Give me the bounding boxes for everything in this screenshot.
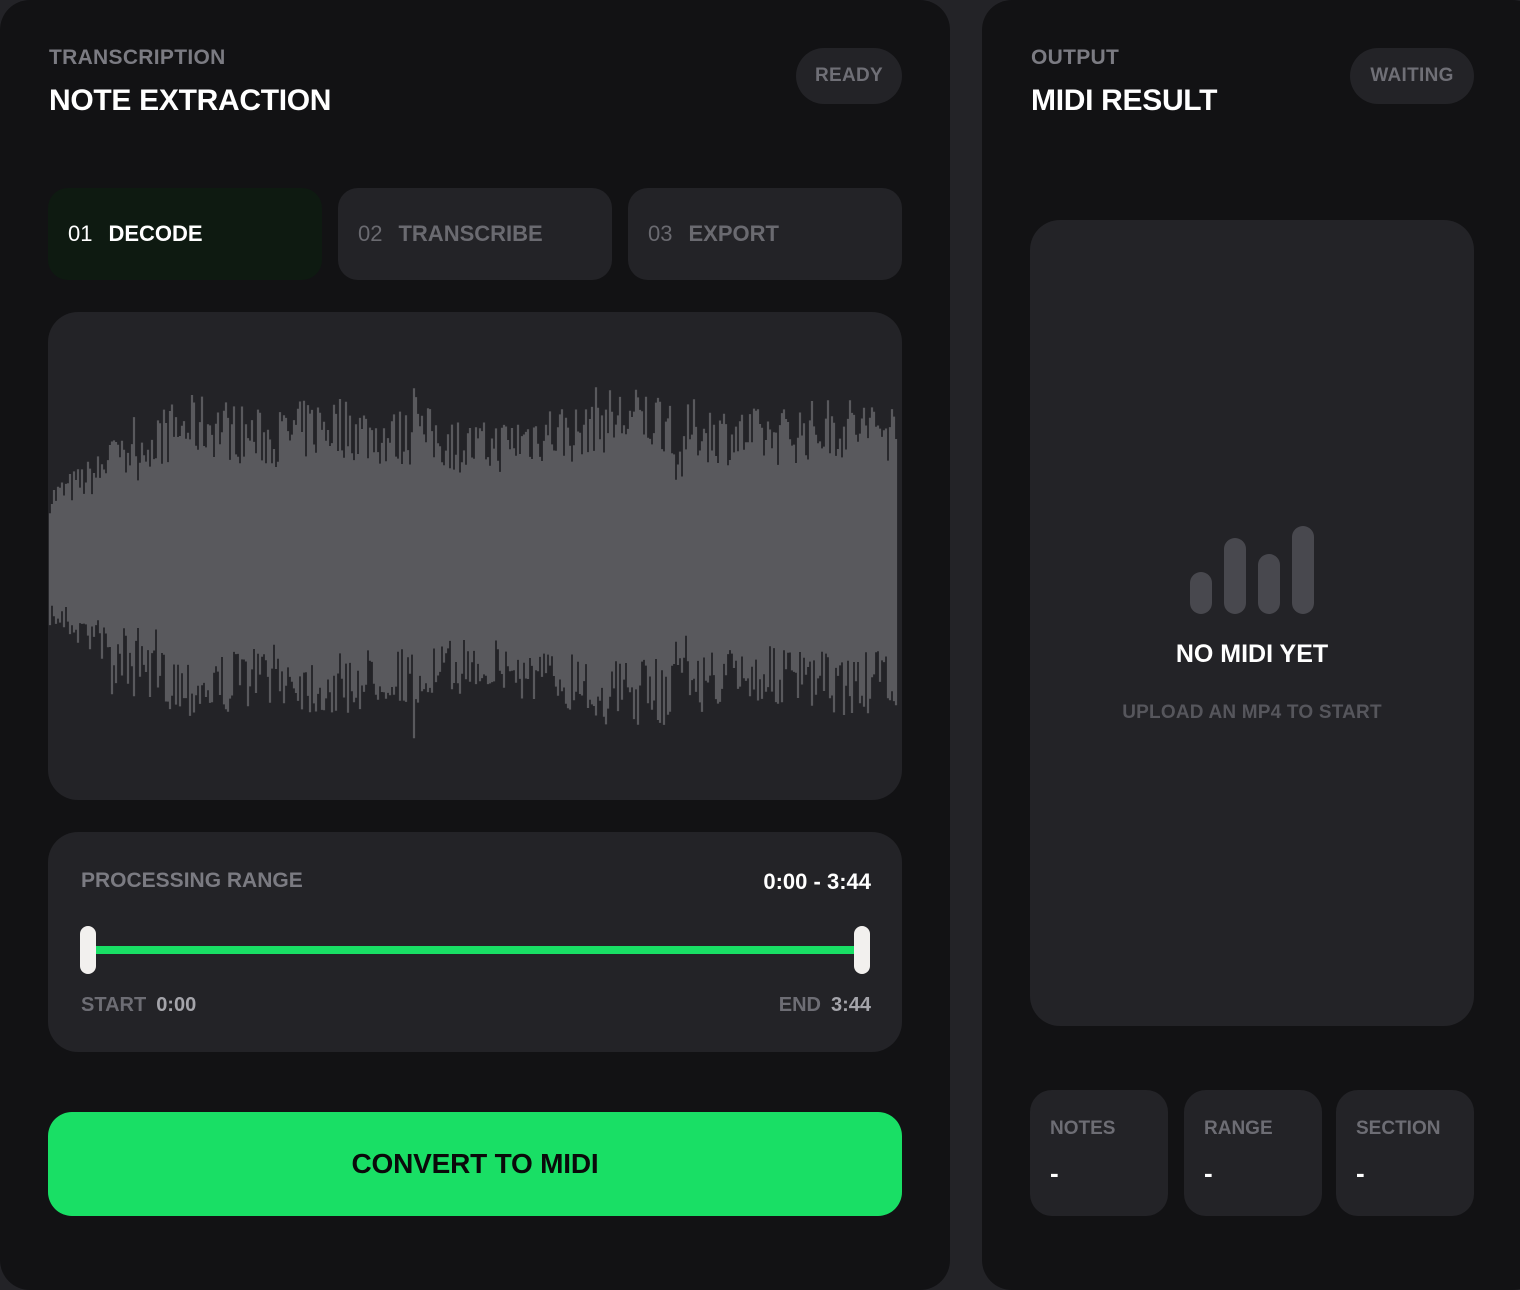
empty-state-subtitle: UPLOAD AN MP4 TO START <box>1122 702 1382 723</box>
step-transcribe[interactable]: 02 TRANSCRIBE <box>338 188 612 280</box>
step-number: 02 <box>358 221 383 246</box>
range-end: END 3:44 <box>779 994 871 1017</box>
range-title: PROCESSING RANGE <box>81 869 303 892</box>
step-export[interactable]: 03 EXPORT <box>628 188 902 280</box>
midi-bars-icon <box>1190 526 1314 614</box>
range-start-handle[interactable] <box>80 926 96 974</box>
range-value: 0:00 - 3:44 <box>763 869 871 894</box>
range-end-value: 3:44 <box>830 994 871 1016</box>
output-eyebrow: OUTPUT <box>1031 46 1120 69</box>
step-number: 01 <box>68 221 93 246</box>
step-number: 03 <box>648 221 673 246</box>
range-end-label: END <box>778 994 821 1016</box>
stat-value: - <box>1050 1158 1059 1188</box>
stat-value: - <box>1204 1158 1213 1188</box>
output-panel: OUTPUT MIDI RESULT WAITING NO MIDI YET U… <box>982 0 1520 1290</box>
step-label: TRANSCRIBE <box>398 221 543 246</box>
stat-section: SECTION - <box>1336 1090 1474 1216</box>
stat-value: - <box>1356 1158 1365 1188</box>
step-label: EXPORT <box>688 221 779 246</box>
stat-range: RANGE - <box>1184 1090 1322 1216</box>
processing-range-card: PROCESSING RANGE 0:00 - 3:44 START 0:00 E… <box>48 832 902 1052</box>
range-slider-track[interactable] <box>88 946 862 954</box>
convert-to-midi-button[interactable]: CONVERT TO MIDI <box>48 1112 902 1216</box>
empty-state-title: NO MIDI YET <box>1175 640 1329 668</box>
range-start-value: 0:00 <box>156 994 197 1016</box>
midi-result-area: NO MIDI YET UPLOAD AN MP4 TO START <box>1030 220 1474 1026</box>
transcription-title: NOTE EXTRACTION <box>49 84 332 117</box>
step-label: DECODE <box>108 221 203 246</box>
status-badge: READY <box>796 48 902 104</box>
waveform-display[interactable] <box>48 312 902 800</box>
transcription-panel: TRANSCRIPTION NOTE EXTRACTION READY 01 D… <box>0 0 950 1290</box>
transcription-eyebrow: TRANSCRIPTION <box>49 46 226 69</box>
range-start: START 0:00 <box>81 994 196 1017</box>
stat-label: RANGE <box>1204 1118 1273 1139</box>
range-end-handle[interactable] <box>854 926 870 974</box>
step-decode[interactable]: 01 DECODE <box>48 188 322 280</box>
status-badge: WAITING <box>1350 48 1474 104</box>
output-title: MIDI RESULT <box>1031 84 1218 117</box>
stat-label: NOTES <box>1050 1118 1116 1139</box>
waveform <box>48 387 898 739</box>
stat-label: SECTION <box>1356 1118 1441 1139</box>
waveform-path <box>48 387 898 739</box>
range-start-label: START <box>81 994 147 1016</box>
stat-notes: NOTES - <box>1030 1090 1168 1216</box>
